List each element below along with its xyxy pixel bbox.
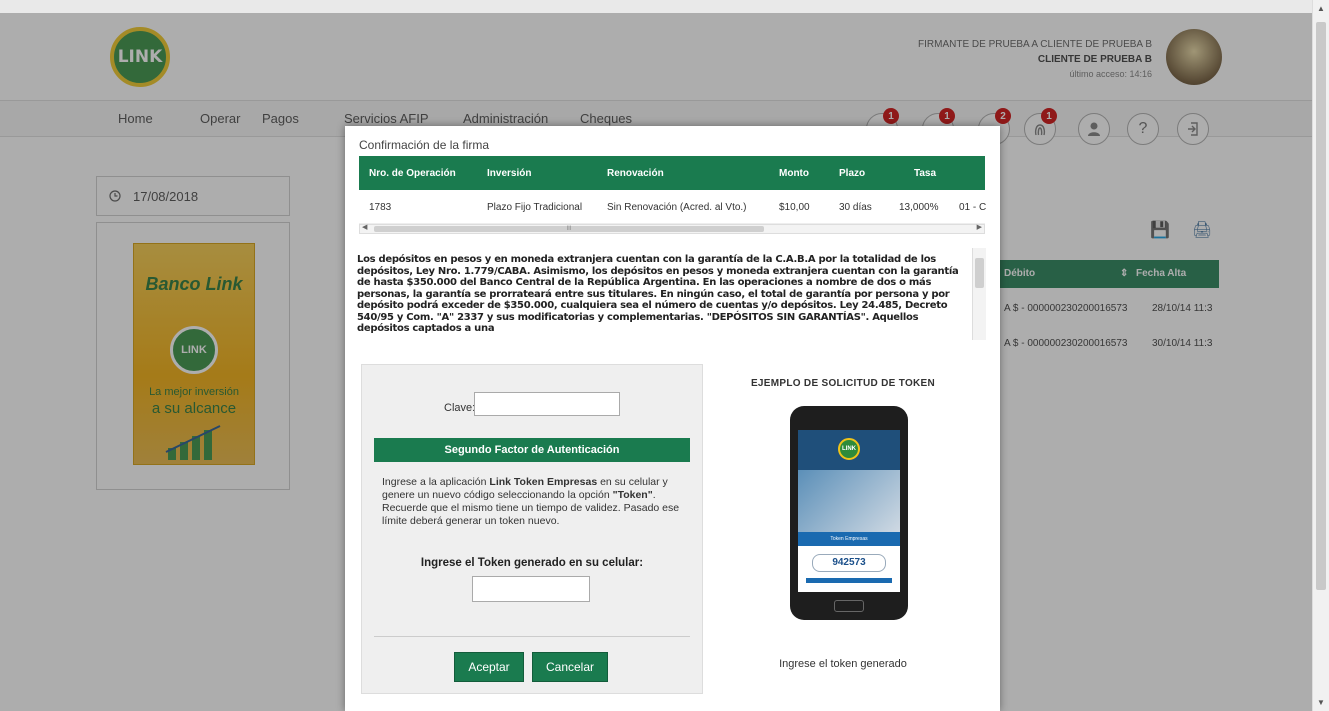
token-label: Ingrese el Token generado en su celular:: [420, 557, 644, 569]
col-operacion: Nro. de Operación: [369, 168, 456, 179]
accept-button[interactable]: Aceptar: [454, 652, 524, 682]
example-title: EJEMPLO DE SOLICITUD DE TOKEN: [750, 378, 936, 389]
legal-text: Los depósitos en pesos y en moneda extra…: [357, 254, 959, 334]
cell-tasa: 13,000%: [899, 202, 939, 213]
phone-screen: LINK Token Empresas 942573: [798, 430, 900, 592]
auth-desc-opt: "Token": [612, 489, 653, 501]
cell-monto: $10,00: [779, 202, 810, 213]
scroll-right-icon[interactable]: ▶: [977, 223, 982, 231]
phone-token-bar: Token Empresas: [798, 532, 900, 546]
col-plazo: Plazo: [839, 168, 866, 179]
scroll-down-icon[interactable]: ▼: [1317, 698, 1325, 707]
modal-title: Confirmación de la firma: [359, 138, 490, 152]
token-input[interactable]: [472, 576, 590, 602]
cancel-button[interactable]: Cancelar: [532, 652, 608, 682]
auth-panel: Clave: Segundo Factor de Autenticación I…: [361, 364, 703, 694]
example-caption: Ingrese el token generado: [779, 658, 907, 670]
cell-operacion: 1783: [369, 202, 392, 213]
scroll-thumb[interactable]: [1316, 22, 1326, 590]
legal-scroll-thumb[interactable]: [975, 258, 984, 288]
col-tasa: Tasa: [914, 168, 937, 179]
auth-description: Ingrese a la aplicación Link Token Empre…: [382, 476, 694, 528]
divider: [374, 636, 690, 637]
operation-table: Nro. de Operación Inversión Renovación M…: [359, 156, 987, 234]
signature-confirmation-modal: Confirmación de la firma Nro. de Operaci…: [345, 126, 1000, 711]
phone-illustration: LINK Token Empresas 942573: [790, 406, 908, 620]
legal-scrollbar[interactable]: [972, 248, 986, 340]
cell-inversion: Plazo Fijo Tradicional: [487, 202, 583, 213]
browser-top-strip: [0, 0, 1312, 13]
clave-input[interactable]: [474, 392, 620, 416]
cell-renovacion: Sin Renovación (Acred. al Vto.): [607, 202, 747, 213]
phone-screen-image: [798, 470, 900, 532]
token-timer-bar: [806, 578, 892, 583]
cell-plazo: 30 días: [839, 202, 872, 213]
col-inversion: Inversión: [487, 168, 532, 179]
phone-link-logo: LINK: [838, 438, 860, 460]
clave-label: Clave:: [444, 402, 476, 414]
auth-desc-pre: Ingrese a la aplicación: [382, 476, 490, 488]
second-factor-header: Segundo Factor de Autenticación: [374, 438, 690, 462]
phone-home-button: [834, 600, 864, 612]
scroll-up-icon[interactable]: ▲: [1317, 4, 1325, 13]
hscroll-thumb[interactable]: III: [374, 226, 764, 232]
auth-desc-app: Link Token Empresas: [489, 476, 598, 488]
scroll-left-icon[interactable]: ◀: [362, 223, 367, 231]
table-header: Nro. de Operación Inversión Renovación M…: [359, 156, 985, 190]
table-hscroll[interactable]: ◀ III ▶: [359, 224, 985, 234]
table-row[interactable]: 1783 Plazo Fijo Tradicional Sin Renovaci…: [359, 190, 987, 224]
cell-extra: 01 - C: [959, 202, 987, 213]
col-monto: Monto: [779, 168, 809, 179]
phone-code-area: 942573: [798, 546, 900, 592]
col-renovacion: Renovación: [607, 168, 664, 179]
example-token-code: 942573: [812, 554, 886, 572]
page-scrollbar[interactable]: ▲ ▼: [1312, 0, 1329, 711]
